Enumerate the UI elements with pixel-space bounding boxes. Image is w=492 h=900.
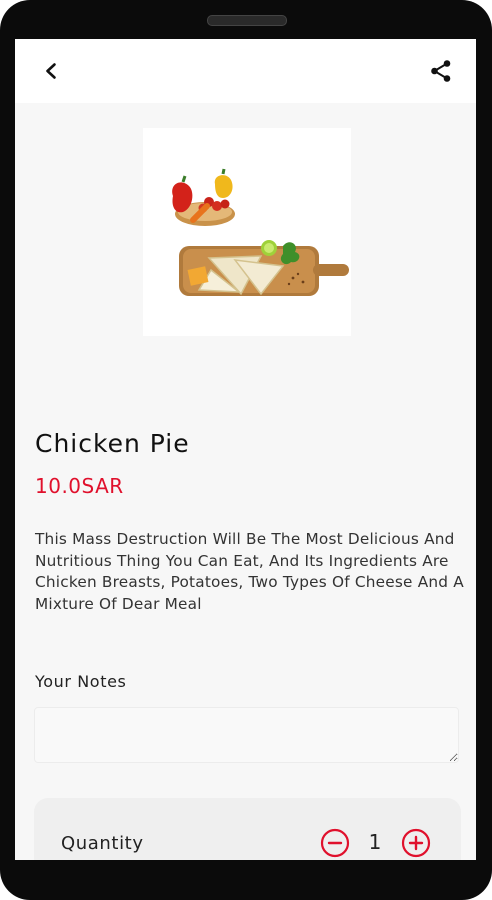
product-title: Chicken Pie (35, 429, 190, 458)
plus-circle-icon (401, 828, 431, 858)
share-button[interactable] (427, 57, 455, 85)
product-description: This Mass Destruction Will Be The Most D… (35, 530, 464, 613)
back-button[interactable] (37, 57, 65, 85)
decrease-quantity-button[interactable] (320, 828, 350, 858)
product-image (143, 128, 351, 336)
food-illustration (172, 168, 349, 296)
increase-quantity-button[interactable] (401, 828, 431, 858)
screen: Chicken Pie 10.0SAR This Mass Destructio… (15, 39, 476, 860)
app-bar (15, 39, 476, 103)
share-icon (431, 60, 451, 82)
phone-frame: Chicken Pie 10.0SAR This Mass Destructio… (0, 0, 492, 900)
product-price: 10.0SAR (35, 474, 124, 498)
phone-speaker (207, 15, 287, 26)
quantity-value: 1 (368, 830, 382, 854)
minus-circle-icon (320, 828, 350, 858)
quantity-label: Quantity (61, 833, 144, 854)
notes-label: Your Notes (35, 672, 127, 691)
chevron-left-icon (46, 63, 56, 79)
notes-input[interactable] (34, 707, 459, 763)
quantity-card: Quantity 1 (34, 798, 461, 860)
